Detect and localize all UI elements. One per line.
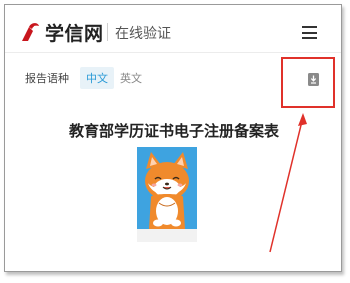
- language-option-english[interactable]: 英文: [120, 70, 142, 86]
- document-title: 教育部学历证书电子注册备案表: [68, 122, 279, 140]
- header-divider: [107, 23, 108, 41]
- top-header: 学信网 在线验证: [5, 5, 341, 52]
- xuexin-logo-icon[interactable]: [19, 21, 41, 43]
- app-window: 学信网 在线验证 报告语种 中文 英文 教育部学历证书电子注册备案表: [4, 4, 342, 272]
- download-file-icon[interactable]: [308, 73, 319, 86]
- page-subtitle: 在线验证: [115, 26, 171, 42]
- profile-photo: [137, 147, 197, 242]
- header-divider-line: [5, 52, 341, 53]
- hamburger-menu-icon[interactable]: [302, 26, 317, 39]
- brand-name[interactable]: 学信网: [45, 19, 104, 46]
- language-label: 报告语种: [25, 72, 69, 85]
- language-option-chinese[interactable]: 中文: [80, 67, 114, 89]
